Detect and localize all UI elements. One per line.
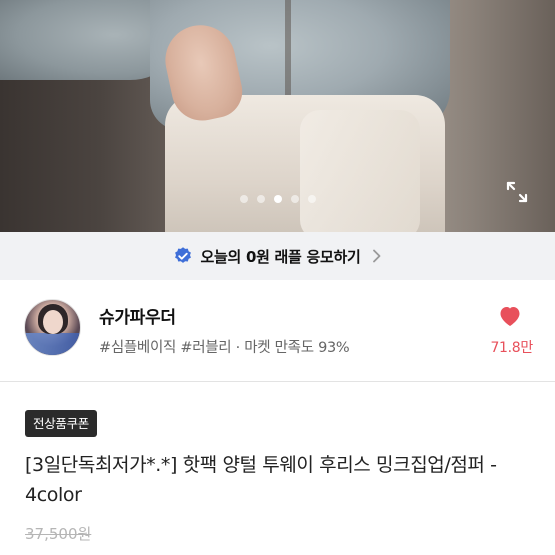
raffle-banner-text: 오늘의 0원 래플 응모하기 [200, 247, 361, 266]
product-title: [3일단독최저가*.*] 핫팩 양털 투웨이 후리스 밍크집업/점퍼 - 4co… [25, 454, 497, 506]
gallery-dot[interactable] [239, 195, 248, 203]
gallery-dot[interactable] [290, 195, 299, 203]
chevron-right-icon [373, 249, 381, 263]
seller-info[interactable]: 슈가파우더 #심플베이직 #러블리 · 마켓 만족도 93% 71.8만 [0, 280, 555, 375]
coupon-badge: 전상품쿠폰 [25, 410, 98, 437]
raffle-banner[interactable]: 오늘의 0원 래플 응모하기 [0, 232, 555, 280]
seller-tags: #심플베이직 #러블리 · 마켓 만족도 93% [99, 340, 350, 356]
product-image-gallery[interactable] [0, 0, 555, 232]
verified-badge-icon [174, 247, 191, 263]
expand-icon[interactable] [505, 180, 529, 204]
likes-count: 71.8만 [490, 340, 533, 356]
section-divider [0, 381, 555, 382]
gallery-pagination-dots [0, 195, 555, 203]
original-price: 37,500원 [25, 525, 92, 543]
gallery-dot-active[interactable] [273, 195, 282, 203]
avatar-face [43, 310, 63, 334]
product-photo-leg [300, 110, 420, 232]
heart-icon[interactable] [498, 305, 522, 327]
gallery-dot[interactable] [307, 195, 316, 203]
avatar-clothing [25, 333, 80, 355]
seller-avatar[interactable] [24, 299, 81, 356]
product-photo-zipper [285, 0, 291, 95]
seller-name[interactable]: 슈가파우더 [99, 303, 176, 328]
gallery-dot[interactable] [256, 195, 265, 203]
